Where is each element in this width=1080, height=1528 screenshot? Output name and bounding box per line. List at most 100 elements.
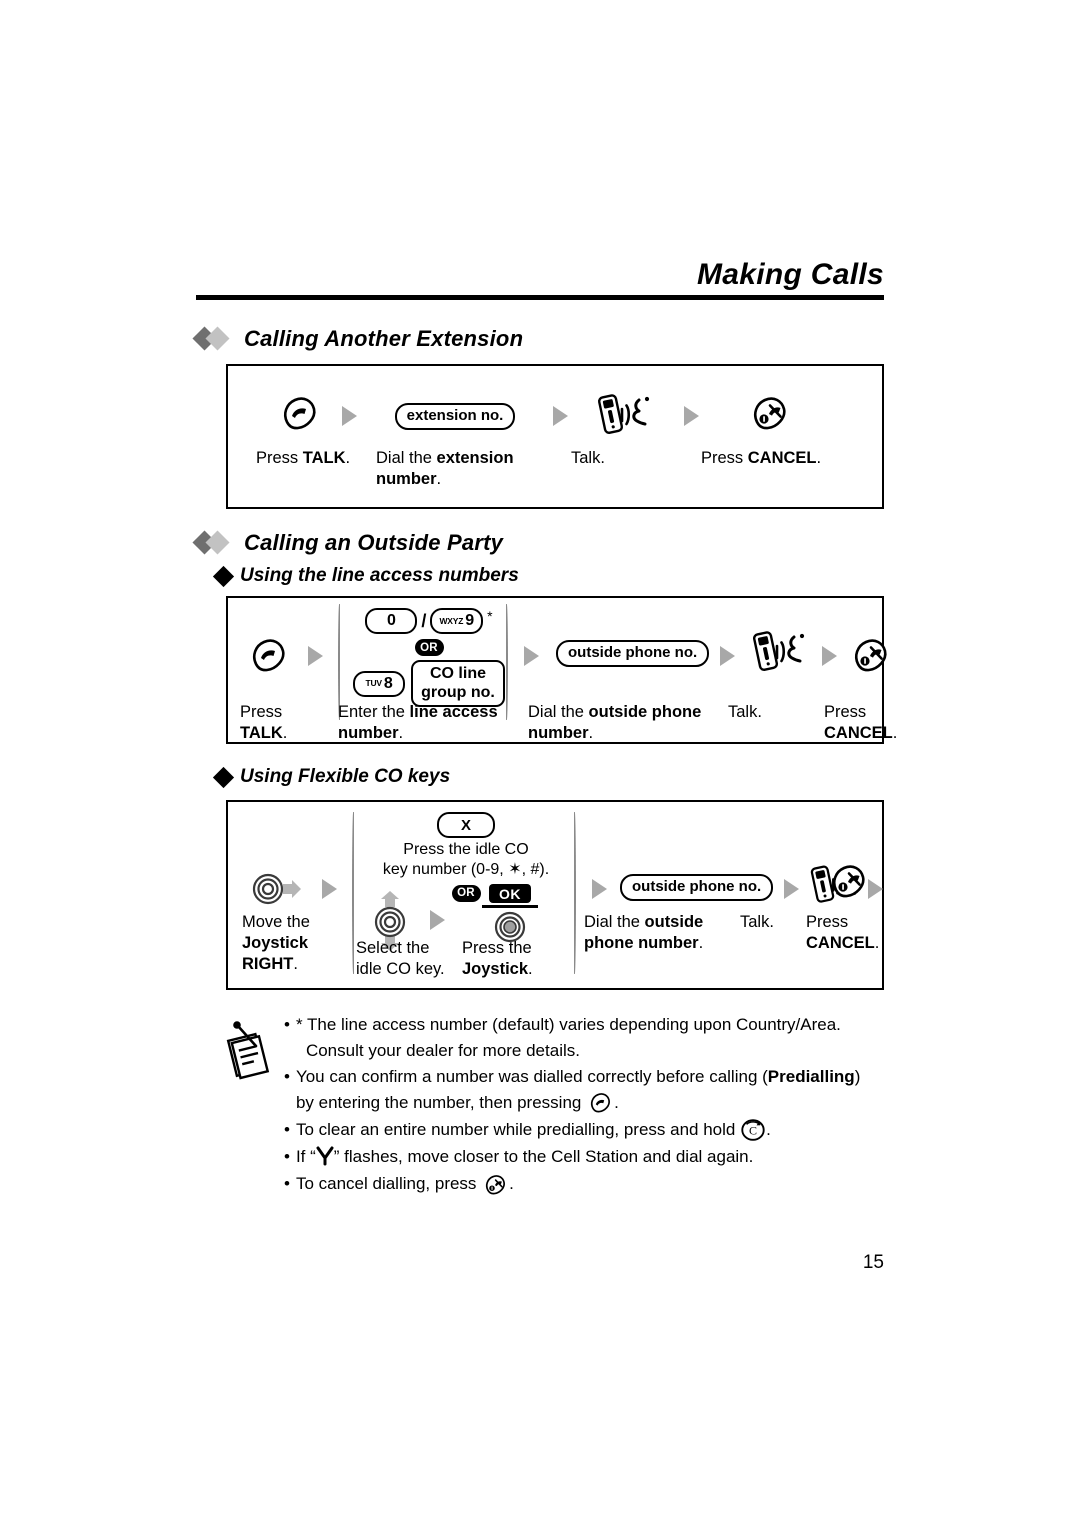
page-header: Making Calls: [196, 258, 884, 300]
flow-diagram-calling-extension: extension no. Press TALK. Dial the exten…: [226, 364, 884, 509]
antenna-icon: [316, 1145, 334, 1171]
note-item: • If “ ” flashes, move closer to the Cell…: [284, 1144, 882, 1170]
step-talk-active: [750, 628, 812, 679]
notes-block: • * The line access number (default) var…: [222, 1012, 882, 1199]
press-idle-co-text: Press the idle CO key number (0-9, ✶, #)…: [360, 840, 572, 880]
step-move-joystick-right: [252, 872, 304, 911]
double-diamond-icon: [192, 326, 234, 351]
footnote-asterisk: *: [487, 608, 493, 624]
caption-dial-outside: Dial the outside phone number.: [584, 912, 744, 954]
note-end: .: [509, 1174, 514, 1194]
flow-arrow-icon: [322, 879, 337, 899]
key-8[interactable]: TUV 8: [353, 670, 406, 697]
bullet-icon: •: [284, 1067, 290, 1086]
cancel-key-icon: [826, 860, 870, 909]
step-outside-phone-no: outside phone no.: [556, 640, 710, 667]
caption-text: Dial the: [584, 913, 645, 931]
notepad-pen-icon: [222, 1020, 278, 1080]
caption-text: Press: [240, 703, 283, 721]
outside-phone-no-pill: outside phone no.: [556, 640, 710, 667]
note-text-2: ” flashes, move closer to the Cell Stati…: [333, 1147, 754, 1167]
caption-move-joystick-right: Move the Joystick RIGHT.: [242, 912, 352, 975]
note-item: • * The line access number (default) var…: [284, 1012, 882, 1063]
bullet-icon: •: [284, 1174, 290, 1194]
step-cancel-flexible: [826, 860, 870, 909]
diamond-icon: [212, 565, 235, 587]
caption-text: Dial the: [376, 449, 437, 467]
caption-press-talk: Press TALK.: [240, 702, 332, 744]
flow-icons-row: extension no.: [256, 388, 862, 444]
step-cancel: [848, 634, 892, 683]
section-heading-calling-another-extension: Calling Another Extension: [192, 326, 523, 352]
note-text: You can confirm a number was dialled cor…: [295, 1067, 768, 1086]
key-label: 9: [465, 612, 475, 629]
step-talk: [256, 392, 342, 441]
subsection-heading-text: Using the line access numbers: [240, 565, 519, 586]
notes-list: • * The line access number (default) var…: [284, 1012, 882, 1198]
note-text: To clear an entire number while prediall…: [295, 1119, 741, 1139]
subsection-heading-flexible-co-keys: Using Flexible CO keys: [212, 766, 451, 788]
caption-talk: Talk.: [740, 913, 774, 931]
key-0[interactable]: 0: [365, 608, 418, 634]
key-label: X: [460, 816, 471, 834]
caption-text-2: idle CO key.: [356, 960, 445, 978]
caption-dial-extension: Dial the extension number.: [376, 448, 571, 490]
caption-enter-line-access: Enter the line access number.: [338, 702, 518, 744]
caption-tail: .: [816, 449, 822, 467]
co-line-group-no-box: CO line group no.: [411, 660, 505, 707]
page-title: Making Calls: [697, 258, 884, 291]
extension-no-pill: extension no.: [394, 402, 516, 430]
flow-arrow-icon: [524, 646, 539, 666]
key-x[interactable]: X: [437, 812, 495, 838]
note-body: * The line access number (default) varie…: [296, 1012, 882, 1063]
note-text: To cancel dialling, press: [295, 1174, 482, 1194]
key-label: 0: [386, 612, 396, 629]
note-item: • To cancel dialling, press .: [284, 1171, 882, 1197]
press-idle-line-2: key number (0-9, ✶, #).: [382, 861, 550, 878]
step-extension-no: extension no.: [357, 402, 553, 430]
subsection-heading-text: Using Flexible CO keys: [240, 766, 451, 787]
caption-tail: .: [293, 955, 298, 973]
flow-arrow-icon: [822, 646, 837, 666]
key-separator: /: [421, 610, 427, 631]
caption-tail: .: [874, 934, 880, 952]
caption-press-cancel: Press CANCEL.: [701, 448, 876, 469]
caption-talk: Talk.: [728, 703, 762, 721]
co-line-text-2: group no.: [421, 684, 495, 701]
talk-key-icon: [246, 634, 290, 683]
note-body: If “ ” flashes, move closer to the Cell S…: [296, 1144, 882, 1170]
caption-bold: CANCEL: [806, 934, 875, 952]
key-9[interactable]: WXYZ 9: [430, 608, 484, 634]
caption-bold: CANCEL: [824, 724, 893, 742]
caption-bold: TALK: [302, 449, 346, 467]
caption-press-cancel: Press CANCEL.: [824, 702, 934, 744]
flow-arrow-icon: [553, 406, 568, 426]
caption-press-cancel: Press CANCEL.: [806, 912, 916, 954]
caption-tail: .: [698, 934, 704, 952]
caption-text: Enter the: [338, 703, 410, 721]
caption-text: Press the: [462, 939, 532, 957]
note-item: • To clear an entire number while predia…: [284, 1117, 882, 1143]
key-row-secondary: TUV 8 CO line group no.: [346, 660, 512, 707]
cancel-key-icon: [481, 1172, 509, 1198]
step-cancel: [699, 392, 839, 441]
note-body: To cancel dialling, press .: [296, 1171, 882, 1197]
step-talk-active: [568, 391, 684, 442]
note-text: If “: [295, 1147, 316, 1167]
flow-arrow-icon: [720, 646, 735, 666]
line-access-key-group: 0 / WXYZ 9 * OR TUV 8 CO line group no.: [346, 608, 512, 707]
note-end: .: [614, 1092, 619, 1112]
joystick-right-icon: [252, 872, 304, 911]
co-line-text-1: CO line: [429, 665, 486, 682]
caption-tail: .: [588, 724, 594, 742]
caption-dial-outside: Dial the outside phone number.: [528, 702, 708, 744]
note-end: .: [766, 1119, 771, 1139]
talking-handset-icon: [595, 391, 657, 442]
ok-underline: [482, 904, 538, 908]
note-body: To clear an entire number while prediall…: [296, 1117, 882, 1143]
caption-bold: CANCEL: [747, 449, 817, 467]
caption-text: Move the: [242, 913, 310, 931]
flow-arrow-icon: [868, 879, 883, 899]
cancel-key-icon: [848, 634, 892, 683]
flow-diagram-line-access: 0 / WXYZ9 * OR TUV8 CO line group no.: [226, 596, 897, 744]
